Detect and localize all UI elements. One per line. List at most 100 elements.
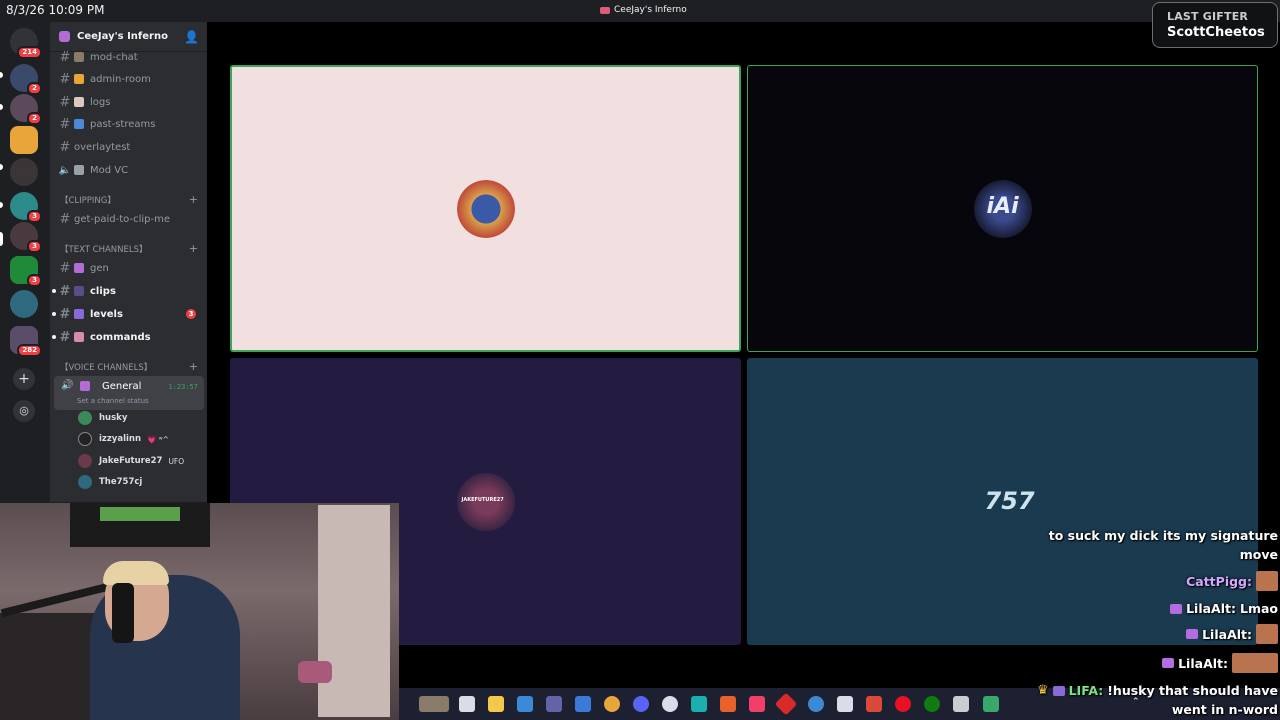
avatar [78, 411, 92, 425]
voice-user-status: UFO [168, 457, 184, 466]
discover-compass-icon[interactable]: ◎ [13, 400, 35, 422]
channel-levels[interactable]: # levels 3 [56, 305, 202, 323]
server-icon[interactable] [10, 126, 38, 154]
chat-text: to suck my dick its my signature [1049, 528, 1278, 543]
server-icon[interactable]: 2 [10, 64, 38, 92]
chat-message: ♛ LIFA: !husky that should have [1037, 683, 1278, 698]
sub-badge-icon [1053, 686, 1065, 696]
obs-icon[interactable] [662, 696, 678, 712]
search-widget-icon[interactable] [419, 696, 449, 712]
server-icon[interactable]: 3 [10, 192, 38, 220]
last-gifter-name: ScottCheetos [1167, 25, 1265, 40]
hash-icon: # [56, 140, 74, 155]
webcam-overlay [0, 503, 399, 720]
chat-message: move [1240, 547, 1278, 562]
teams-icon[interactable] [546, 696, 562, 712]
channel-gen[interactable]: # gen [56, 259, 202, 277]
steam-icon[interactable] [953, 696, 969, 712]
voice-channel-general[interactable]: 🔊 General 1:23:57 Set a channel status [54, 376, 204, 410]
video-tile-izzyalinn[interactable]: iAi [747, 65, 1258, 352]
unread-pill [0, 202, 3, 208]
speaker-icon: 🔊 [61, 380, 71, 390]
voice-user-name: The757cj [99, 477, 142, 487]
chat-text: move [1240, 547, 1278, 562]
channel-label: clips [90, 286, 116, 297]
hash-icon: # [56, 307, 74, 322]
voice-user[interactable]: izzyalinn 💗 ʷ^ [78, 430, 200, 448]
category-voice-channels[interactable]: 【VOICE CHANNELS】 + [60, 360, 202, 374]
server-icon[interactable]: 2 [10, 94, 38, 122]
app-icon[interactable] [775, 693, 798, 716]
channel-commands[interactable]: # commands [56, 328, 202, 346]
channel-mod-vc[interactable]: 🔈 Mod VC [56, 161, 202, 179]
app-icon[interactable] [866, 696, 882, 712]
mention-badge: 282 [17, 344, 42, 357]
channel-clips[interactable]: # clips [56, 282, 202, 300]
app-icon[interactable] [691, 696, 707, 712]
help-icon[interactable] [808, 696, 824, 712]
server-folder-icon[interactable]: 282 [10, 326, 38, 354]
tray-chevron-icon[interactable]: ⌃ [1132, 697, 1140, 707]
channel-past-streams[interactable]: # past-streams [56, 115, 202, 133]
discord-icon[interactable] [633, 696, 649, 712]
add-server-button[interactable]: + [13, 368, 35, 390]
headphones-icon [74, 165, 84, 175]
chat-message: LilaAlt: [1162, 653, 1278, 673]
file-explorer-icon[interactable] [488, 696, 504, 712]
server-icon[interactable]: 3 [10, 222, 38, 250]
wall-poster [70, 503, 210, 547]
emote-image [1256, 624, 1278, 644]
voice-user[interactable]: The757cj [78, 473, 200, 491]
emote-image [1232, 653, 1278, 673]
mention-badge: 214 [17, 46, 42, 59]
task-view-icon[interactable] [459, 696, 475, 712]
xbox-icon[interactable] [924, 696, 940, 712]
add-channel-icon[interactable]: + [189, 193, 198, 206]
channel-mod-chat[interactable]: # mod-chat [56, 48, 202, 66]
voice-user-name: husky [99, 413, 127, 423]
hash-icon: # [56, 284, 74, 299]
video-tile-husky[interactable] [230, 65, 741, 352]
channel-logs[interactable]: # logs [56, 93, 202, 111]
store-icon[interactable] [575, 696, 591, 712]
channel-emoji-icon [74, 309, 84, 319]
channel-emoji-icon [74, 332, 84, 342]
brave-icon[interactable] [720, 696, 736, 712]
channel-emoji-icon [74, 74, 84, 84]
server-folder-icon[interactable]: 3 [10, 256, 38, 284]
chat-user: LilaAlt: [1178, 656, 1228, 671]
title-bar: 8/3/26 10:09 PM CeeJay's Inferno [0, 0, 1280, 22]
voice-user[interactable]: husky [78, 409, 200, 427]
channel-emoji-icon [74, 263, 84, 273]
category-label: 【VOICE CHANNELS】 [60, 361, 152, 373]
category-clipping[interactable]: 【CLIPPING】 + [60, 193, 202, 207]
hash-icon: # [56, 72, 74, 87]
copilot-icon[interactable] [517, 696, 533, 712]
sub-badge-icon [1186, 629, 1198, 639]
chat-user: LIFA: [1069, 683, 1104, 698]
stream-clock: 8/3/26 10:09 PM [6, 3, 104, 17]
discord-home-icon[interactable]: 214 [10, 28, 38, 56]
avatar-text: 757 [985, 487, 1035, 515]
add-channel-icon[interactable]: + [189, 242, 198, 255]
hash-icon: # [56, 117, 74, 132]
category-text-channels[interactable]: 【TEXT CHANNELS】 + [60, 242, 202, 256]
invite-people-icon[interactable]: 👤 [184, 30, 199, 44]
opera-icon[interactable] [895, 696, 911, 712]
channel-admin-room[interactable]: # admin-room [56, 70, 202, 88]
channel-label: Mod VC [90, 165, 128, 176]
speaker-icon: 🔈 [56, 165, 74, 176]
music-icon[interactable] [749, 696, 765, 712]
avatar [78, 432, 92, 446]
channel-status-link[interactable]: Set a channel status [77, 397, 149, 405]
app-icon[interactable] [983, 696, 999, 712]
chrome-icon[interactable] [604, 696, 620, 712]
active-pill [0, 232, 3, 246]
server-icon[interactable] [10, 290, 38, 318]
channel-get-paid-to-clip-me[interactable]: # get-paid-to-clip-me [56, 210, 202, 228]
server-icon[interactable] [10, 158, 38, 186]
channel-overlaytest[interactable]: # overlaytest [56, 138, 202, 156]
add-channel-icon[interactable]: + [189, 360, 198, 373]
app-icon[interactable] [837, 696, 853, 712]
voice-user[interactable]: JakeFuture27 UFO [78, 452, 200, 470]
